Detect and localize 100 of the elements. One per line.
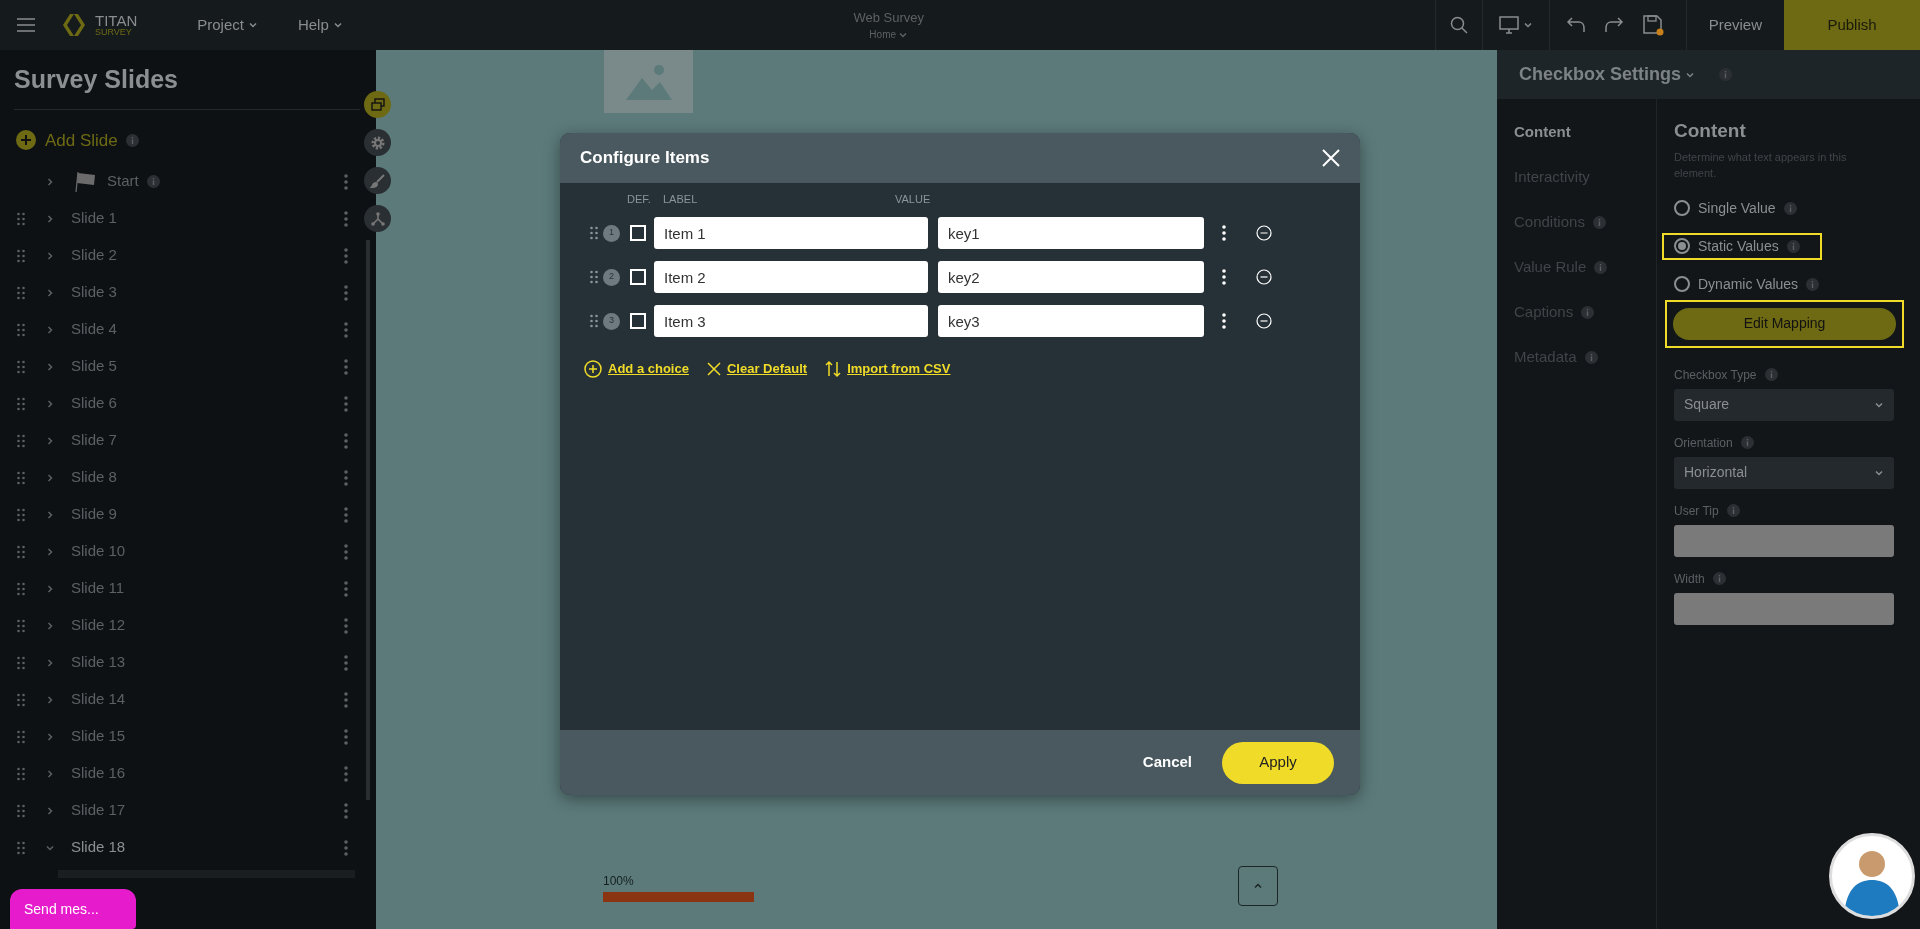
tool-button[interactable] xyxy=(364,129,391,156)
value-field[interactable]: key1 xyxy=(938,217,1204,249)
chevron-up-icon xyxy=(1253,881,1263,891)
expand-icon xyxy=(45,213,55,224)
slide-label[interactable]: Slide 10 xyxy=(71,540,126,563)
slide-label[interactable]: Slide 15 xyxy=(71,725,126,748)
drag-handle-icon[interactable] xyxy=(17,433,25,448)
save-icon[interactable] xyxy=(1641,14,1664,36)
drag-handle-icon[interactable] xyxy=(17,507,25,522)
action-link[interactable]: Clear Default xyxy=(726,359,808,379)
input-field[interactable] xyxy=(1674,592,1894,625)
info-icon xyxy=(1783,201,1797,215)
drag-handle-icon[interactable] xyxy=(17,470,25,485)
publish-button[interactable]: Publish xyxy=(1784,0,1920,50)
remove-icon[interactable] xyxy=(1256,269,1272,285)
expand-icon xyxy=(45,250,55,261)
drag-handle-icon[interactable] xyxy=(17,211,25,226)
drag-handle-icon[interactable] xyxy=(17,248,25,263)
expand-icon xyxy=(45,472,55,483)
default-checkbox[interactable] xyxy=(630,225,646,241)
slide-label[interactable]: Slide 3 xyxy=(71,281,117,304)
dropdown[interactable]: Square xyxy=(1674,388,1894,421)
cancel-button[interactable]: Cancel xyxy=(1142,751,1192,774)
apply-button[interactable]: Apply xyxy=(1222,741,1334,784)
label-field[interactable]: Item 3 xyxy=(654,305,928,337)
label-field[interactable]: Item 1 xyxy=(654,217,928,249)
expand-icon xyxy=(45,768,55,779)
settings-tab[interactable]: Content xyxy=(1514,120,1571,144)
value-field[interactable]: key3 xyxy=(938,305,1204,337)
radio-button[interactable] xyxy=(1674,238,1690,254)
undo-icon[interactable] xyxy=(1565,17,1586,33)
drag-handle-icon[interactable] xyxy=(17,618,25,633)
slide-label[interactable]: Slide 13 xyxy=(71,651,126,674)
slide-label[interactable]: Slide 14 xyxy=(71,688,126,711)
drag-handle-icon[interactable] xyxy=(17,803,25,818)
more-options-icon[interactable] xyxy=(1222,313,1226,329)
drag-handle-icon[interactable] xyxy=(17,544,25,559)
slide-label[interactable]: Slide 8 xyxy=(71,466,117,489)
drag-handle-icon[interactable] xyxy=(17,285,25,300)
chat-button[interactable]: Send mes... xyxy=(10,889,136,929)
drag-handle-icon[interactable] xyxy=(17,655,25,670)
default-checkbox[interactable] xyxy=(630,269,646,285)
slide-label[interactable]: Slide 18 xyxy=(71,836,126,859)
drag-handle-icon[interactable] xyxy=(17,581,25,596)
progress-reading: 100% xyxy=(603,873,635,890)
remove-icon[interactable] xyxy=(1256,313,1272,329)
slide-label[interactable]: Slide 9 xyxy=(71,503,117,526)
menu-button[interactable]: Project xyxy=(197,13,258,37)
scroll-up-button[interactable] xyxy=(1238,866,1278,906)
drag-handle-icon[interactable] xyxy=(590,270,598,284)
slide-label[interactable]: Slide 11 xyxy=(71,577,125,600)
settings-icon xyxy=(369,134,386,151)
slide-label[interactable]: Slide 17 xyxy=(71,799,126,822)
redo-icon[interactable] xyxy=(1603,17,1624,33)
drag-handle-icon[interactable] xyxy=(17,396,25,411)
more-options-icon[interactable] xyxy=(1222,269,1226,285)
slide-label[interactable]: Slide 7 xyxy=(71,429,117,452)
drag-handle-icon[interactable] xyxy=(17,729,25,744)
drag-handle-icon[interactable] xyxy=(17,322,25,337)
close-icon[interactable] xyxy=(1322,149,1340,167)
drag-handle-icon[interactable] xyxy=(17,692,25,707)
slide-label[interactable]: Slide 1 xyxy=(71,207,117,230)
dropdown[interactable]: Horizontal xyxy=(1674,456,1894,489)
slide-label[interactable]: Start xyxy=(107,170,139,193)
drag-handle-icon[interactable] xyxy=(17,766,25,781)
field-label: Width xyxy=(1674,570,1705,588)
input-field[interactable] xyxy=(1674,524,1894,557)
drag-handle-icon[interactable] xyxy=(17,359,25,374)
tool-button[interactable] xyxy=(364,167,391,194)
column-header: DEF. xyxy=(627,192,652,207)
remove-icon[interactable] xyxy=(1256,225,1272,241)
add-slide-button[interactable]: Add Slide xyxy=(45,127,118,153)
slide-label[interactable]: Slide 2 xyxy=(71,244,117,267)
slide-label[interactable]: Slide 6 xyxy=(71,392,117,415)
slide-label[interactable]: Slide 12 xyxy=(71,614,126,637)
info-icon xyxy=(1712,572,1726,585)
monitor-icon[interactable] xyxy=(1498,16,1519,34)
action-link[interactable]: Add a choice xyxy=(608,359,689,379)
tool-button[interactable] xyxy=(364,205,391,232)
drag-handle-icon[interactable] xyxy=(590,226,598,240)
menu-icon[interactable] xyxy=(17,18,35,32)
slide-label[interactable]: Slide 4 xyxy=(71,318,117,341)
page-selector[interactable]: Home xyxy=(869,27,909,43)
radio-button[interactable] xyxy=(1674,200,1690,216)
action-link[interactable]: Import from CSV xyxy=(847,359,951,379)
expand-icon xyxy=(45,546,55,557)
drag-handle-icon[interactable] xyxy=(17,840,25,855)
tool-button[interactable] xyxy=(364,91,391,118)
default-checkbox[interactable] xyxy=(630,313,646,329)
value-field[interactable]: key2 xyxy=(938,261,1204,293)
edit-mapping-button[interactable]: Edit Mapping xyxy=(1673,307,1896,340)
label-field[interactable]: Item 2 xyxy=(654,261,928,293)
radio-button[interactable] xyxy=(1674,276,1690,292)
slide-label[interactable]: Slide 16 xyxy=(71,762,126,785)
drag-handle-icon[interactable] xyxy=(590,314,598,328)
menu-button[interactable]: Help xyxy=(297,13,343,37)
slide-label[interactable]: Slide 5 xyxy=(71,355,117,378)
add-icon[interactable] xyxy=(16,130,36,151)
search-icon[interactable] xyxy=(1449,16,1468,34)
more-options-icon[interactable] xyxy=(1222,225,1226,241)
